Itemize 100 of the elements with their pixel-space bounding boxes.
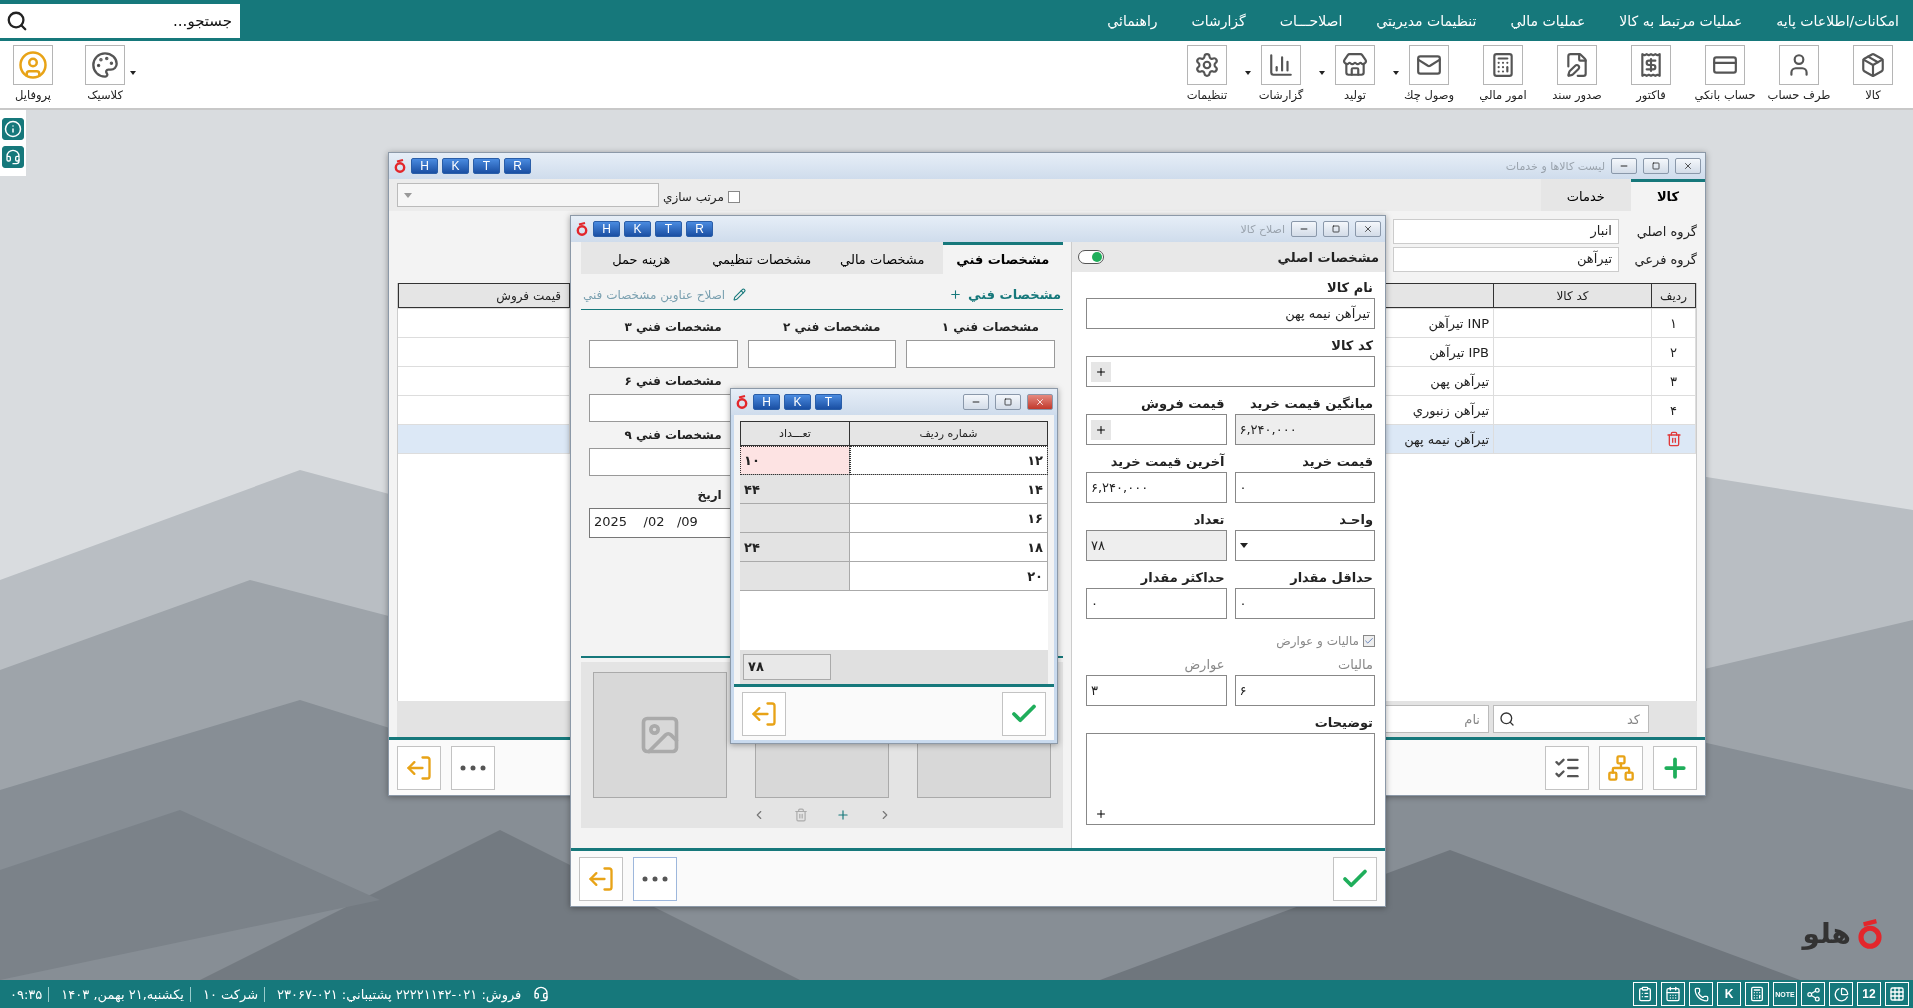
tab[interactable]: هزینه حمل	[581, 242, 702, 274]
close-button[interactable]	[1675, 158, 1701, 174]
checkbox[interactable]	[727, 191, 740, 203]
support-button[interactable]	[2, 146, 24, 168]
chart-button[interactable]	[1829, 982, 1853, 1006]
tab[interactable]: مشخصات تنظیمي	[701, 242, 822, 274]
input-field[interactable]	[1086, 414, 1227, 445]
menu-item[interactable]: تنظیمات مدیریتي	[1376, 12, 1477, 29]
search-field[interactable]: کد	[1493, 705, 1649, 733]
confirm-button[interactable]	[1333, 856, 1377, 901]
search-field[interactable]: نام	[1385, 705, 1489, 733]
headset-icon	[533, 986, 550, 1002]
hierarchy-button[interactable]	[1599, 745, 1643, 790]
table-cell[interactable]: ۲۴	[740, 533, 850, 562]
input-field[interactable]: تیرآهن نیمه پهن	[1086, 298, 1375, 329]
clipboard-button[interactable]	[1633, 982, 1657, 1006]
delete-button[interactable]	[794, 808, 808, 822]
calculator-button[interactable]	[1745, 982, 1769, 1006]
shortcut-key-button[interactable]: T	[473, 158, 500, 174]
menu-item[interactable]: عملیات مالي	[1510, 12, 1586, 29]
shortcut-key-button[interactable]: T	[815, 394, 842, 410]
toggle-switch[interactable]	[1078, 250, 1104, 264]
shortcut-key-button[interactable]: H	[411, 158, 438, 174]
shortcut-key-button[interactable]: K	[442, 158, 469, 174]
table-cell[interactable]	[740, 504, 850, 533]
input-field[interactable]: ۷۸	[1086, 530, 1227, 561]
calendar-button[interactable]	[1661, 982, 1685, 1006]
text-area[interactable]	[1086, 733, 1375, 825]
input-field[interactable]: ۶,۲۴۰,۰۰۰	[1234, 414, 1375, 445]
minimize-button[interactable]	[1611, 158, 1637, 174]
maximize-button[interactable]	[1643, 158, 1669, 174]
toolbar-button[interactable]	[85, 45, 125, 85]
more-button[interactable]	[633, 856, 677, 901]
add-button[interactable]	[836, 808, 850, 822]
confirm-button[interactable]	[1002, 691, 1046, 736]
close-button[interactable]	[1355, 221, 1381, 237]
menu-item[interactable]: اصلاحـــات	[1279, 12, 1343, 29]
more-button[interactable]	[451, 745, 495, 790]
calendar-day-button[interactable]: 12	[1857, 982, 1881, 1006]
minimize-button[interactable]	[1291, 221, 1317, 237]
shortcut-key-button[interactable]: K	[624, 221, 651, 237]
search-field[interactable]: جستجو...	[0, 3, 240, 38]
input-field[interactable]	[747, 340, 897, 368]
dropdown-field[interactable]	[397, 183, 659, 207]
shortcut-key-button[interactable]: K	[784, 394, 811, 410]
delete-icon[interactable]	[1665, 431, 1682, 447]
key-button[interactable]: K	[1717, 982, 1741, 1006]
maximize-button[interactable]	[1323, 221, 1349, 237]
dropdown-field[interactable]	[1234, 530, 1375, 561]
toolbar-button[interactable]	[1261, 45, 1301, 85]
toolbar-button[interactable]	[1187, 45, 1227, 85]
add-spec-link[interactable]: مشخصات فني	[949, 287, 1061, 302]
input-field[interactable]: انبار	[1393, 218, 1619, 244]
chart-icon	[1833, 986, 1849, 1002]
input-field[interactable]	[1086, 356, 1375, 387]
menu-item[interactable]: عملیات مرتبط به کالا	[1619, 12, 1743, 29]
tab[interactable]: کالا	[1630, 179, 1705, 211]
add-button[interactable]	[1091, 419, 1111, 440]
shortcut-key-button[interactable]: R	[686, 221, 713, 237]
menu-item[interactable]: امکانات/اطلاعات پایه	[1776, 12, 1899, 29]
close-button[interactable]	[1027, 394, 1053, 410]
input-field[interactable]	[589, 340, 738, 368]
table-cell[interactable]: ۱۰	[740, 446, 850, 475]
shortcut-key-button[interactable]: R	[504, 158, 531, 174]
add-button[interactable]	[1653, 745, 1697, 790]
input-field[interactable]: ۰	[1234, 472, 1375, 503]
input-field[interactable]: ۶,۲۴۰,۰۰۰	[1086, 472, 1227, 503]
tab[interactable]: مشخصات مالي	[822, 242, 943, 274]
minimize-button[interactable]	[963, 394, 989, 410]
info-button[interactable]	[2, 118, 24, 140]
input-field[interactable]	[906, 340, 1055, 368]
share-button[interactable]	[1801, 982, 1825, 1006]
menu-item[interactable]: گزارشات	[1191, 12, 1246, 29]
toolbar-button[interactable]	[1631, 45, 1671, 85]
toolbar-button[interactable]	[1705, 45, 1745, 85]
maximize-button[interactable]	[995, 394, 1021, 410]
toolbar-button[interactable]	[1335, 45, 1375, 85]
input-field[interactable]: ۰	[1234, 588, 1375, 619]
toolbar-button[interactable]	[1779, 45, 1819, 85]
table-cell[interactable]	[740, 562, 850, 591]
toolbar-button[interactable]	[1483, 45, 1523, 85]
toolbar-button[interactable]	[1557, 45, 1597, 85]
tab[interactable]: خدمات	[1540, 179, 1631, 211]
exit-button[interactable]	[579, 856, 623, 901]
add-button[interactable]	[1091, 361, 1111, 382]
grid-button[interactable]	[1885, 982, 1909, 1006]
menu-item[interactable]: راهنمائي	[1107, 12, 1158, 29]
toolbar-button[interactable]	[1409, 45, 1449, 85]
shortcut-key-button[interactable]: T	[655, 221, 682, 237]
exit-button[interactable]	[742, 691, 786, 736]
list-button[interactable]	[1545, 745, 1589, 790]
shortcut-key-button[interactable]: H	[753, 394, 780, 410]
tab[interactable]: مشخصات فني	[942, 242, 1063, 274]
input-field[interactable]: ۰	[1086, 588, 1227, 619]
table-cell[interactable]: ۴۴	[740, 475, 850, 504]
shortcut-key-button[interactable]: H	[593, 221, 620, 237]
toolbar-button[interactable]	[1853, 45, 1893, 85]
input-field[interactable]: تیرآهن	[1393, 246, 1619, 272]
exit-button[interactable]	[397, 745, 441, 790]
phone-button[interactable]	[1689, 982, 1713, 1006]
